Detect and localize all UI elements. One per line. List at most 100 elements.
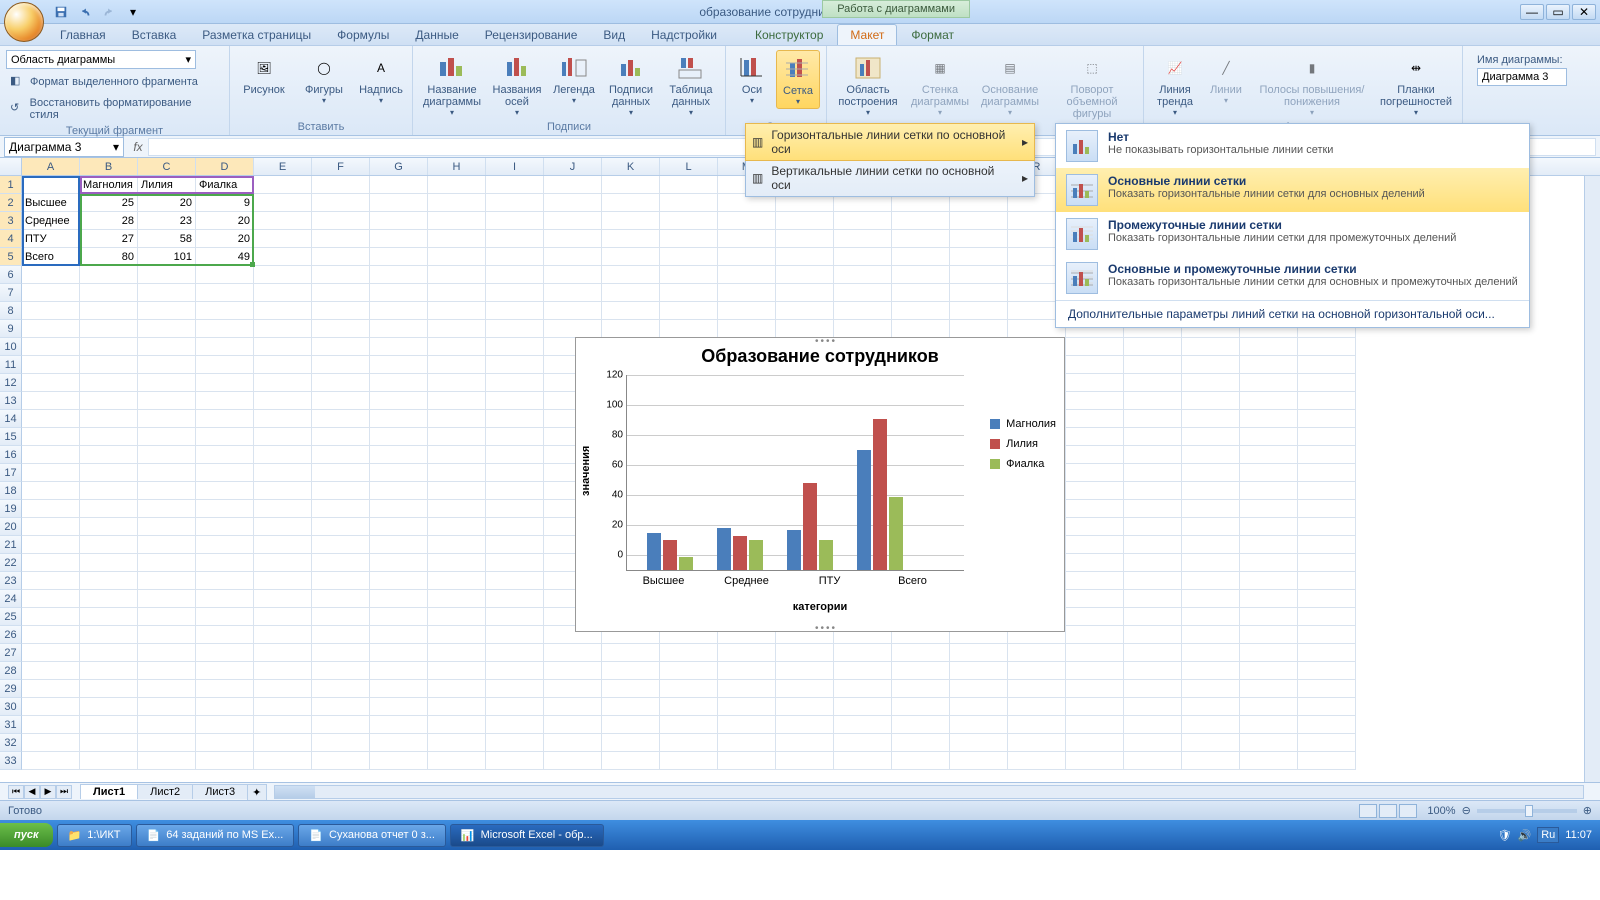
cell[interactable] [486, 590, 544, 608]
cell[interactable] [1240, 338, 1298, 356]
cell[interactable] [1240, 752, 1298, 770]
cell[interactable] [718, 716, 776, 734]
taskbar-item-folder[interactable]: 📁1:\ИКТ [57, 824, 132, 847]
cell[interactable] [22, 428, 80, 446]
cell[interactable] [254, 356, 312, 374]
cell[interactable] [312, 482, 370, 500]
cell[interactable] [370, 266, 428, 284]
cell[interactable] [1008, 734, 1066, 752]
gridlines-major-option[interactable]: Основные линии сеткиПоказать горизонталь… [1056, 168, 1529, 212]
insert-picture-button[interactable]: 🖼Рисунок [236, 50, 292, 98]
cell[interactable] [1066, 608, 1124, 626]
cell[interactable] [1066, 536, 1124, 554]
cell[interactable] [1124, 446, 1182, 464]
cell[interactable] [196, 680, 254, 698]
cell[interactable] [22, 320, 80, 338]
row-header[interactable]: 26 [0, 626, 22, 644]
cell[interactable] [486, 212, 544, 230]
cell[interactable] [254, 590, 312, 608]
cell[interactable] [1124, 554, 1182, 572]
cell[interactable] [660, 248, 718, 266]
cell[interactable] [80, 284, 138, 302]
cell[interactable] [718, 734, 776, 752]
cell[interactable] [370, 536, 428, 554]
cell[interactable] [428, 248, 486, 266]
cell[interactable] [312, 410, 370, 428]
cell[interactable] [544, 716, 602, 734]
cell[interactable] [370, 374, 428, 392]
cell[interactable] [486, 266, 544, 284]
cell[interactable] [718, 302, 776, 320]
cell[interactable] [1182, 374, 1240, 392]
cell[interactable] [1298, 464, 1356, 482]
column-header[interactable]: A [22, 158, 80, 175]
cell[interactable] [138, 284, 196, 302]
cell[interactable] [486, 626, 544, 644]
cell[interactable] [254, 230, 312, 248]
chart-bar[interactable] [717, 528, 731, 570]
cell[interactable] [660, 320, 718, 338]
cell[interactable] [1298, 356, 1356, 374]
cell[interactable] [834, 680, 892, 698]
cell[interactable] [312, 572, 370, 590]
cell[interactable] [22, 590, 80, 608]
maximize-button[interactable]: ▭ [1546, 4, 1570, 20]
insert-shapes-button[interactable]: ◯Фигуры▾ [296, 50, 352, 107]
cell[interactable] [370, 284, 428, 302]
cell[interactable] [544, 230, 602, 248]
cell[interactable] [428, 320, 486, 338]
cell[interactable] [892, 716, 950, 734]
cell[interactable] [1066, 752, 1124, 770]
gridlines-both-option[interactable]: Основные и промежуточные линии сеткиПока… [1056, 256, 1529, 300]
taskbar-item-excel[interactable]: 📊Microsoft Excel - обр... [450, 824, 604, 847]
cell[interactable] [834, 212, 892, 230]
cell[interactable]: 23 [138, 212, 196, 230]
cell[interactable] [196, 266, 254, 284]
cell[interactable] [602, 680, 660, 698]
cell[interactable] [950, 320, 1008, 338]
cell[interactable] [1066, 500, 1124, 518]
cell[interactable] [776, 752, 834, 770]
cell[interactable] [1240, 662, 1298, 680]
cell[interactable] [196, 482, 254, 500]
cell[interactable] [602, 212, 660, 230]
cell[interactable] [1066, 446, 1124, 464]
cell[interactable] [1298, 752, 1356, 770]
cell[interactable] [1124, 752, 1182, 770]
cell[interactable] [370, 320, 428, 338]
cell[interactable] [1124, 662, 1182, 680]
row-header[interactable]: 17 [0, 464, 22, 482]
cell[interactable] [1182, 410, 1240, 428]
cell[interactable] [1124, 428, 1182, 446]
cell[interactable] [1240, 608, 1298, 626]
cell[interactable] [1182, 644, 1240, 662]
cell[interactable]: 28 [80, 212, 138, 230]
cell[interactable] [1298, 428, 1356, 446]
cell[interactable] [1298, 572, 1356, 590]
cell[interactable] [950, 680, 1008, 698]
cell[interactable] [22, 500, 80, 518]
cell[interactable] [80, 428, 138, 446]
cell[interactable] [776, 644, 834, 662]
chart-legend[interactable]: МагнолияЛилияФиалка [990, 418, 1056, 478]
cell[interactable] [776, 716, 834, 734]
cell[interactable] [428, 572, 486, 590]
cell[interactable] [486, 356, 544, 374]
cell[interactable] [428, 464, 486, 482]
cell[interactable] [196, 284, 254, 302]
cell[interactable] [22, 716, 80, 734]
cell[interactable] [312, 212, 370, 230]
cell[interactable] [22, 302, 80, 320]
cell[interactable] [138, 374, 196, 392]
legend-button[interactable]: Легенда▾ [549, 50, 599, 107]
cell[interactable] [1182, 536, 1240, 554]
cell[interactable] [544, 752, 602, 770]
save-icon[interactable] [52, 3, 70, 21]
cell[interactable] [486, 410, 544, 428]
cell[interactable] [486, 644, 544, 662]
column-header[interactable]: B [80, 158, 138, 175]
select-all-corner[interactable] [0, 158, 22, 175]
cell[interactable] [370, 644, 428, 662]
cell[interactable] [950, 752, 1008, 770]
cell[interactable] [1124, 356, 1182, 374]
